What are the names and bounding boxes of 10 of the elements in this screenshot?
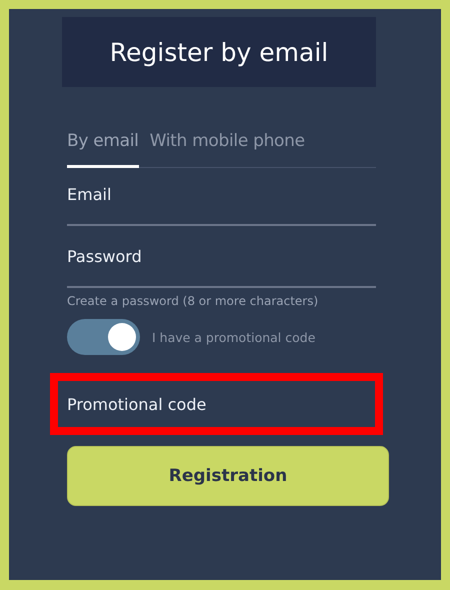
registration-button[interactable]: Registration — [67, 446, 389, 506]
tab[interactable]: With mobile phone — [150, 131, 305, 168]
input-field[interactable]: Password — [67, 240, 376, 288]
input-field[interactable]: Email — [67, 178, 376, 226]
tab[interactable]: By email — [67, 131, 139, 168]
toggle-switch[interactable] — [67, 319, 140, 355]
hint-text: Create a password (8 or more characters) — [67, 294, 320, 308]
header-title: Register by email — [62, 17, 376, 87]
input-field[interactable]: Promotional code — [50, 373, 383, 435]
toggle-label: I have a promotional code — [152, 330, 316, 344]
